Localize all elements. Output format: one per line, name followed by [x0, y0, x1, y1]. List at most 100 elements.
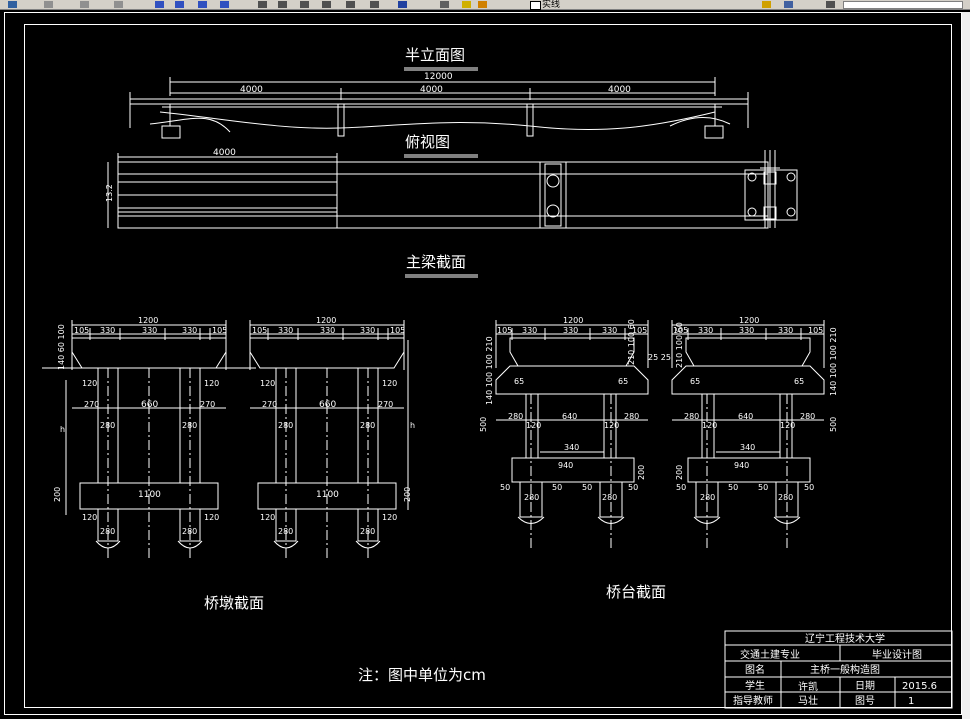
- dim-text: 270: [378, 400, 393, 409]
- dim-text: 330: [739, 326, 754, 335]
- dim-text: 280: [602, 493, 617, 502]
- footing-width-dim: 940: [734, 461, 749, 470]
- span-dim: 4000: [240, 85, 263, 95]
- girder-width-dim: 1200: [316, 316, 336, 325]
- dim-text: 105: [497, 326, 512, 335]
- dim-text: 200: [675, 465, 684, 480]
- dim-text: 120: [204, 513, 219, 522]
- dim-text: 50: [728, 483, 738, 492]
- dim-text: 270: [262, 400, 277, 409]
- dim-text: 340: [564, 443, 579, 452]
- dim-text: 120: [382, 379, 397, 388]
- dim-text: 660: [141, 400, 158, 410]
- dim-text: h: [410, 421, 415, 430]
- dim-text: 105: [74, 326, 89, 335]
- dim-text: 120: [82, 379, 97, 388]
- title-block: 辽宁工程技术大学 交通土建专业 毕业设计图 图名 主桥一般构造图 学生 许凯 日…: [724, 630, 953, 709]
- dim-text: 280: [100, 527, 115, 536]
- elevation-total-dim: 12000: [424, 72, 453, 82]
- title-block-drawing-name-label: 图名: [745, 663, 765, 676]
- dim-text: 50: [676, 483, 686, 492]
- dim-text: 660: [319, 400, 336, 410]
- cad-drawing: 半立面图 12000 4000 4000 4000 俯视图 4000 13.2 …: [42, 46, 953, 709]
- dim-text: h: [60, 425, 65, 434]
- dim-text: 65: [514, 377, 524, 386]
- dim-text: 105: [808, 326, 823, 335]
- title-block-date-label: 日期: [855, 680, 875, 692]
- pier-section-title: 桥墩截面: [204, 594, 264, 612]
- pier-section-right: 1200 105 330 330 330 105 120 120 270 660…: [249, 316, 415, 560]
- dim-text: 330: [100, 326, 115, 335]
- dim-text: 280: [278, 421, 293, 430]
- dim-text: 200: [53, 487, 62, 502]
- dim-text: 330: [278, 326, 293, 335]
- dim-text: 105: [390, 326, 405, 335]
- dim-text: 330: [698, 326, 713, 335]
- title-block-student: 许凯: [798, 680, 818, 693]
- pier-section-left: 1200 105 330 330 330 105 140 60 100 120 …: [42, 316, 256, 560]
- dim-text: 200: [403, 487, 412, 502]
- girder-width-dim: 1200: [138, 316, 158, 325]
- dim-text: 500: [829, 417, 838, 432]
- dim-text: 280: [800, 412, 815, 421]
- abutment-section-left: 1200 105 330 330 330 105 140 100 100 210…: [479, 316, 671, 548]
- dim-text: 280: [524, 493, 539, 502]
- dim-text: 50: [500, 483, 510, 492]
- units-note: 注：图中单位为cm: [358, 666, 486, 684]
- dim-text: 280: [100, 421, 115, 430]
- dim-text: 120: [604, 421, 619, 430]
- dim-text: 280: [360, 527, 375, 536]
- title-block-advisor: 马壮: [798, 695, 818, 707]
- plan-span-dim: 4000: [213, 148, 236, 158]
- title-block-student-label: 学生: [745, 679, 765, 692]
- dim-text: 280: [182, 527, 197, 536]
- dim-text: 270: [84, 400, 99, 409]
- dim-text: 200: [637, 465, 646, 480]
- dim-text: 330: [778, 326, 793, 335]
- plan-width-dim: 13.2: [105, 184, 114, 202]
- title-block-design-type: 毕业设计图: [872, 648, 922, 661]
- dim-text: 330: [522, 326, 537, 335]
- abutment-right-stack: 210 100 60: [627, 319, 636, 365]
- abutment-section-title: 桥台截面: [606, 583, 666, 601]
- plan-title: 俯视图: [405, 133, 450, 151]
- dim-text: 280: [684, 412, 699, 421]
- cap-width-dim: 1100: [316, 490, 339, 500]
- title-block-advisor-label: 指导教师: [733, 694, 773, 707]
- dim-text: 120: [204, 379, 219, 388]
- title-block-drawing-name: 主桥一般构造图: [810, 663, 880, 676]
- dim-text: 280: [700, 493, 715, 502]
- dim-text: 50: [628, 483, 638, 492]
- dim-text: 120: [526, 421, 541, 430]
- dim-text: 50: [552, 483, 562, 492]
- dim-text: 120: [260, 379, 275, 388]
- dim-text: 280: [508, 412, 523, 421]
- dim-text: 330: [563, 326, 578, 335]
- dim-text: 105: [252, 326, 267, 335]
- title-block-drawing-no: 1: [908, 696, 914, 707]
- dim-text: 120: [260, 513, 275, 522]
- span-dim: 4000: [420, 85, 443, 95]
- plan-view: 4000 13.2: [105, 148, 798, 229]
- dim-text: 270: [200, 400, 215, 409]
- girder-section-title: 主梁截面: [406, 253, 466, 271]
- dim-text: 640: [562, 412, 577, 421]
- span-dim: 4000: [608, 85, 631, 95]
- dim-text: 330: [360, 326, 375, 335]
- dim-text: 50: [582, 483, 592, 492]
- dim-text: 330: [182, 326, 197, 335]
- dim-text: 120: [702, 421, 717, 430]
- dim-text: 330: [320, 326, 335, 335]
- dim-text: 105: [212, 326, 227, 335]
- title-block-school: 辽宁工程技术大学: [805, 632, 885, 645]
- dim-text: 640: [738, 412, 753, 421]
- dim-text: 280: [182, 421, 197, 430]
- pier-left-stack: 140 60 100: [57, 324, 66, 370]
- elevation-view: 12000 4000 4000 4000: [129, 72, 749, 139]
- abutment-section-right: 1200 105 330 330 330 105 210 100 60 140 …: [671, 316, 838, 548]
- dim-text: 280: [624, 412, 639, 421]
- dim-text: 50: [758, 483, 768, 492]
- dim-text: 65: [690, 377, 700, 386]
- dim-text: 120: [82, 513, 97, 522]
- dim-text: 65: [618, 377, 628, 386]
